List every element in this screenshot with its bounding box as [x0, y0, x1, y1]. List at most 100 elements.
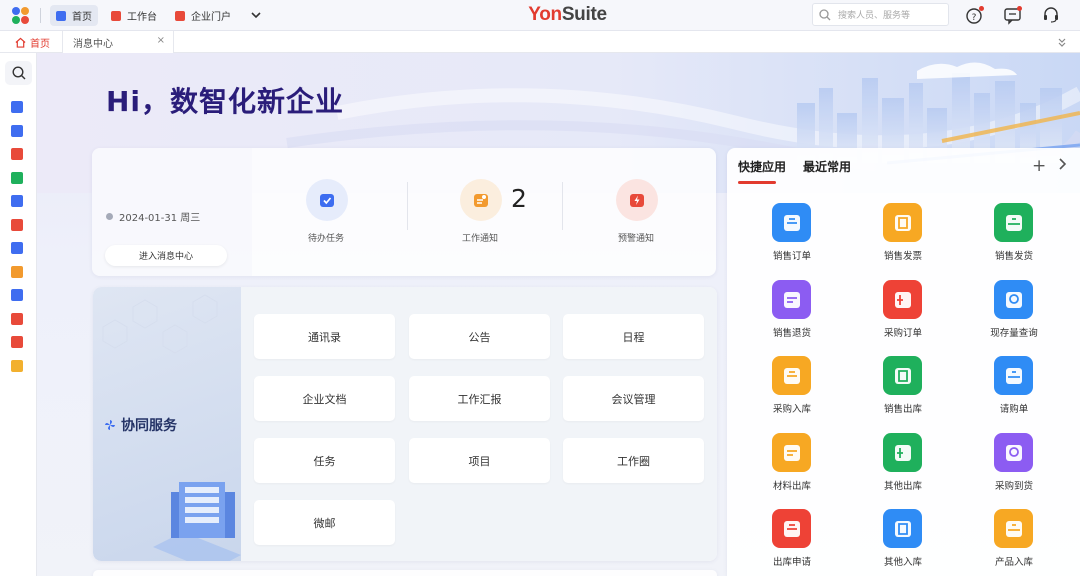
- app-icon: [994, 203, 1033, 242]
- apps-grid-icon[interactable]: [11, 148, 23, 160]
- app-label: 现存量查询: [990, 328, 1038, 339]
- ledger-icon[interactable]: [11, 171, 23, 184]
- notif-alert[interactable]: 预警通知: [566, 175, 706, 255]
- nav-tab-label: 企业门户: [191, 12, 231, 23]
- add-app-button[interactable]: +: [1032, 156, 1046, 176]
- sidebar-search-button[interactable]: [5, 61, 32, 85]
- app-label: 其他出库: [883, 481, 922, 492]
- app-icon: [772, 203, 811, 242]
- folder-icon[interactable]: [11, 101, 23, 113]
- collab-side-panel: 协同服务: [93, 287, 241, 561]
- app-launcher-logo-icon[interactable]: [12, 7, 30, 24]
- alert-bolt-icon: [616, 179, 658, 221]
- brand-part2: Suite: [561, 4, 607, 25]
- quick-app[interactable]: 销售发货: [969, 203, 1059, 267]
- search-input[interactable]: 搜索人员、服务等: [812, 3, 949, 26]
- quick-app[interactable]: 产品入库: [969, 509, 1059, 573]
- collab-button[interactable]: 会议管理: [563, 376, 704, 421]
- person-icon[interactable]: [11, 265, 23, 278]
- brand-logo: YonSuite: [500, 4, 635, 26]
- collab-title: 协同服务: [105, 415, 177, 435]
- collab-button[interactable]: 日程: [563, 314, 704, 359]
- app-label: 请购单: [999, 404, 1029, 415]
- collab-button[interactable]: 企业文档: [254, 376, 395, 421]
- customer-service-icon[interactable]: [1041, 5, 1061, 25]
- main-content: Hi，数智化新企业 2024-01-31 周三 进入消息中心 待办任务 2 工作…: [37, 53, 1080, 576]
- calendar-check-icon[interactable]: [11, 242, 23, 254]
- page-tab-bar: 首页 消息中心 ×: [0, 31, 1080, 53]
- quick-app[interactable]: 其他入库: [858, 509, 948, 573]
- quick-app[interactable]: 采购到货: [969, 433, 1059, 497]
- notif-count: 2: [511, 184, 527, 213]
- left-sidebar: [0, 53, 37, 576]
- doc-edit-icon[interactable]: [11, 124, 23, 137]
- app-icon: [883, 433, 922, 472]
- page-tab-home[interactable]: 首页: [6, 31, 59, 53]
- collab-button-area: 通讯录 公告 日程企业文档 工作汇报 会议管理任务 项目 工作圈微邮: [241, 287, 717, 561]
- collab-button[interactable]: 公告: [409, 314, 550, 359]
- nav-tab-label: 工作台: [127, 12, 157, 23]
- quick-app[interactable]: 其他出库: [858, 433, 948, 497]
- quick-app[interactable]: 销售出库: [858, 356, 948, 420]
- search-target-icon[interactable]: [11, 218, 23, 231]
- house-icon[interactable]: [11, 195, 23, 207]
- collaboration-services-card: 协同服务 通讯录 公告 日程企业文档 工作汇报 会议管理任务 项目 工作圈微邮: [93, 287, 717, 561]
- app-icon: [883, 356, 922, 395]
- app-label: 出库申请: [772, 557, 811, 568]
- collab-button[interactable]: 任务: [254, 438, 395, 483]
- page-tab-message-center[interactable]: 消息中心 ×: [62, 31, 174, 53]
- quick-app[interactable]: 销售订单: [747, 203, 837, 267]
- notif-work[interactable]: 2 工作通知: [410, 175, 550, 255]
- active-tab-indicator: [738, 181, 776, 184]
- collab-button[interactable]: 工作汇报: [409, 376, 550, 421]
- chevron-down-icon[interactable]: [250, 9, 262, 21]
- collab-button[interactable]: 微邮: [254, 500, 395, 545]
- app-label: 材料出库: [772, 481, 811, 492]
- app-icon: [772, 509, 811, 548]
- org-icon[interactable]: [11, 336, 23, 348]
- app-label: 销售发票: [883, 251, 922, 262]
- close-icon[interactable]: ×: [157, 35, 165, 46]
- app-icon: [772, 356, 811, 395]
- quick-app[interactable]: 请购单: [969, 356, 1059, 420]
- quick-app[interactable]: 材料出库: [747, 433, 837, 497]
- greeting-title: Hi，数智化新企业: [106, 85, 345, 118]
- app-label: 销售发货: [994, 251, 1033, 262]
- location-icon[interactable]: [11, 312, 23, 325]
- message-summary-card: 2024-01-31 周三 进入消息中心 待办任务 2 工作通知 预警通知: [92, 148, 716, 276]
- next-card-edge: [93, 570, 717, 576]
- id-card-icon[interactable]: [11, 289, 23, 301]
- double-chevron-down-icon[interactable]: [1056, 36, 1068, 48]
- app-label: 产品入库: [994, 557, 1033, 568]
- quick-app[interactable]: 现存量查询: [969, 280, 1059, 344]
- app-label: 采购到货: [994, 481, 1033, 492]
- quick-app[interactable]: 采购订单: [858, 280, 948, 344]
- work-notice-icon: [460, 179, 502, 221]
- tab-recent[interactable]: 最近常用: [803, 158, 851, 175]
- workbench-icon: [111, 10, 121, 21]
- quick-app[interactable]: 销售退货: [747, 280, 837, 344]
- star-badge-icon[interactable]: [11, 359, 23, 372]
- home-icon: [15, 37, 26, 48]
- date-text: 2024-01-31 周三: [119, 213, 201, 224]
- quick-app[interactable]: 销售发票: [858, 203, 948, 267]
- message-icon[interactable]: [1003, 5, 1023, 25]
- collab-button[interactable]: 项目: [409, 438, 550, 483]
- quick-app[interactable]: 出库申请: [747, 509, 837, 573]
- nav-tab-workbench[interactable]: 工作台: [105, 5, 163, 26]
- nav-tab-portal[interactable]: 企业门户: [169, 5, 237, 26]
- dot-icon: [106, 213, 113, 220]
- enter-message-center-button[interactable]: 进入消息中心: [105, 245, 227, 266]
- collab-button[interactable]: 工作圈: [563, 438, 704, 483]
- tab-quick-apps[interactable]: 快捷应用: [738, 158, 786, 175]
- app-label: 其他入库: [883, 557, 922, 568]
- quick-app[interactable]: 采购入库: [747, 356, 837, 420]
- notif-todo[interactable]: 待办任务: [256, 175, 396, 255]
- date-panel: 2024-01-31 周三 进入消息中心: [92, 148, 252, 276]
- help-icon[interactable]: ?: [965, 5, 985, 25]
- collab-button[interactable]: 通讯录: [254, 314, 395, 359]
- nav-tab-home[interactable]: 首页: [50, 5, 98, 26]
- svg-text:?: ?: [972, 13, 977, 23]
- top-navigation-bar: 首页 工作台 企业门户 YonSuite 搜索人员、服务等 ?: [0, 0, 1080, 31]
- chevron-right-icon[interactable]: [1056, 157, 1068, 171]
